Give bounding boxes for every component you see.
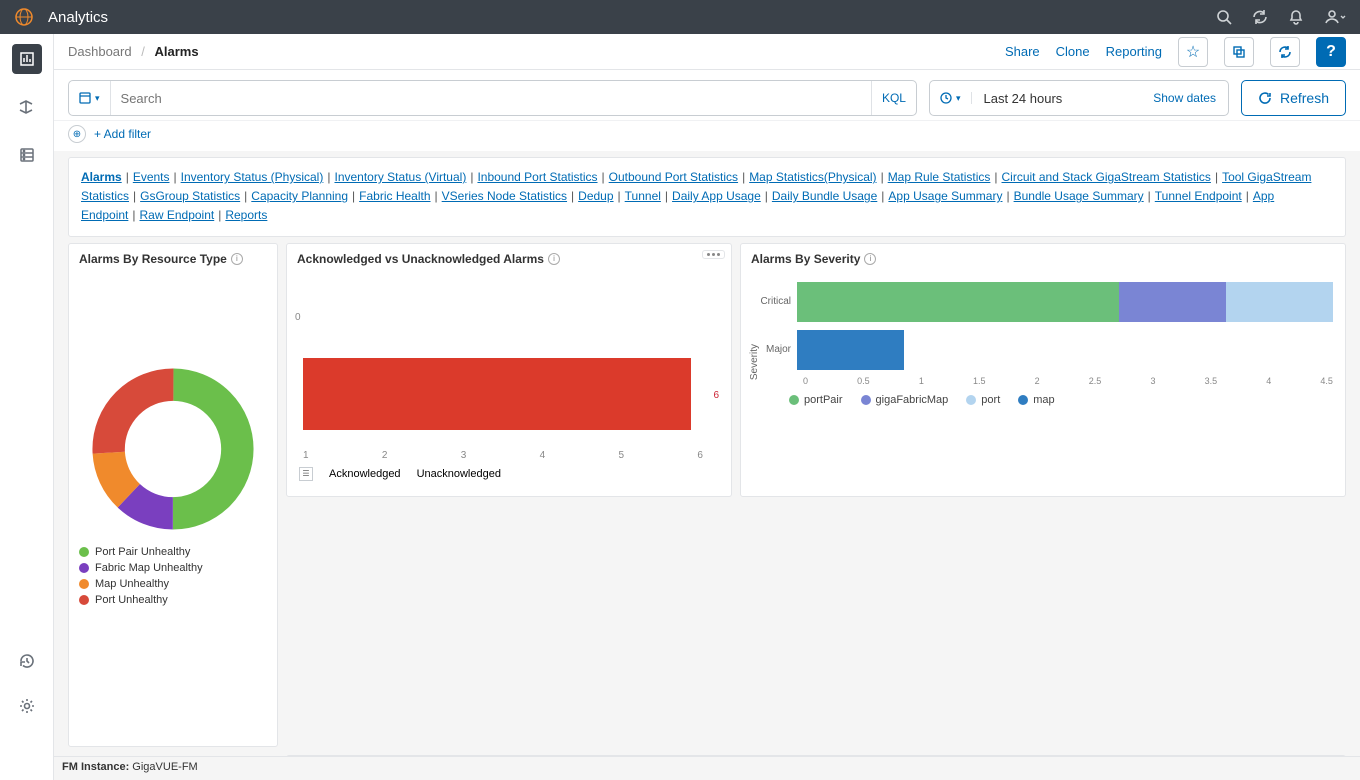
share-link[interactable]: Share [1005,44,1040,59]
donut-legend: Port Pair Unhealthy Fabric Map Unhealthy M… [69,540,277,612]
date-picker[interactable]: ▾ Last 24 hours Show dates [929,80,1229,116]
date-value: Last 24 hours [972,91,1142,106]
panel-alarms-by-resource: Alarms By Resource Type i Port Pair Unhea… [68,243,278,747]
navlink-dedup[interactable]: Dedup [578,189,613,203]
breadcrumb-sep: / [141,44,145,59]
filter-row: ⊕ + Add filter [54,121,1360,151]
sev-legend-item[interactable]: portPair [789,394,843,406]
navlink-daily-bundle-usage[interactable]: Daily Bundle Usage [772,189,877,203]
sev-legend-item[interactable]: map [1018,394,1054,406]
favorite-button[interactable]: ☆ [1178,37,1208,67]
donut-legend-item[interactable]: Port Unhealthy [79,594,267,606]
navlink-inbound-port-statistics[interactable]: Inbound Port Statistics [477,170,597,184]
navlink-map-statistics-physical-[interactable]: Map Statistics(Physical) [749,170,876,184]
search-box[interactable]: ▾ KQL [68,80,917,116]
globe-icon [14,7,34,27]
donut-legend-item[interactable]: Fabric Map Unhealthy [79,562,267,574]
navlink-circuit-and-stack-gigastream-statistics[interactable]: Circuit and Stack GigaStream Statistics [1002,170,1211,184]
clone-link[interactable]: Clone [1056,44,1090,59]
panel-title-ack: Acknowledged vs Unacknowledged Alarms [297,252,544,266]
ack-value-6: 6 [713,390,719,401]
panel-alarms-by-severity: Alarms By Severity i Severity Critical Ma… [740,243,1346,497]
user-menu-icon[interactable] [1324,9,1346,25]
settings-icon[interactable] [18,697,36,720]
navlink-inventory-status-virtual-[interactable]: Inventory Status (Virtual) [334,170,466,184]
breadcrumb: Dashboard / Alarms [68,44,199,59]
filter-icon[interactable]: ⊕ [68,125,86,143]
navlink-tunnel[interactable]: Tunnel [625,189,661,203]
add-filter-link[interactable]: + Add filter [94,127,151,141]
refresh-label: Refresh [1280,90,1329,106]
help-button[interactable]: ? [1316,37,1346,67]
nav-inventory-icon[interactable] [12,140,42,170]
reporting-link[interactable]: Reporting [1106,44,1162,59]
navlink-daily-app-usage[interactable]: Daily App Usage [672,189,761,203]
sev-legend-item[interactable]: port [966,394,1000,406]
copy-button[interactable] [1224,37,1254,67]
panel-title-sev: Alarms By Severity [751,252,860,266]
reload-button[interactable] [1270,37,1300,67]
donut-chart[interactable] [69,354,277,540]
search-row: ▾ KQL ▾ Last 24 hours Show dates Refresh [54,70,1360,121]
sub-header: Dashboard / Alarms Share Clone Reporting… [54,34,1360,70]
info-icon[interactable]: i [548,253,560,265]
donut-legend-item[interactable]: Map Unhealthy [79,578,267,590]
donut-legend-item[interactable]: Port Pair Unhealthy [79,546,267,558]
top-actions [1216,9,1346,25]
navlink-inventory-status-physical-[interactable]: Inventory Status (Physical) [181,170,324,184]
top-bar: Analytics [0,0,1360,34]
saved-query-icon[interactable]: ▾ [69,81,111,115]
sev-legend-item[interactable]: gigaFabricMap [861,394,949,406]
navlink-raw-endpoint[interactable]: Raw Endpoint [140,208,215,222]
footer-label: FM Instance: [62,761,129,773]
sev-legend: portPair gigaFabricMap port map [753,386,1333,412]
sev-cat-critical: Critical [753,296,797,307]
navlink-gsgroup-statistics[interactable]: GsGroup Statistics [140,189,240,203]
navlink-tunnel-endpoint[interactable]: Tunnel Endpoint [1155,189,1242,203]
clock-icon[interactable]: ▾ [930,92,972,104]
navlink-capacity-planning[interactable]: Capacity Planning [251,189,348,203]
navlink-fabric-health[interactable]: Fabric Health [359,189,430,203]
kql-toggle[interactable]: KQL [871,81,916,115]
sev-x-axis: 00.511.522.533.544.5 [753,376,1333,386]
footer: FM Instance: GigaVUE-FM [54,756,1360,780]
navlink-vseries-node-statistics[interactable]: VSeries Node Statistics [442,189,567,203]
navlink-alarms[interactable]: Alarms [81,170,122,184]
footer-value: GigaVUE-FM [132,761,197,773]
ack-chart[interactable]: 0 6 123456 ☰ Acknowledged Unacknowledged [287,274,731,491]
ack-value-0: 0 [295,312,301,323]
search-icon[interactable] [1216,9,1232,25]
panel-ack-vs-unack: Acknowledged vs Unacknowledged Alarms i 0… [286,243,732,497]
navlink-app-usage-summary[interactable]: App Usage Summary [888,189,1002,203]
ack-x-axis: 123456 [297,448,721,461]
navlink-map-rule-statistics[interactable]: Map Rule Statistics [888,170,991,184]
history-icon[interactable] [18,652,36,675]
breadcrumb-parent[interactable]: Dashboard [68,44,132,59]
breadcrumb-current: Alarms [154,44,198,59]
panel-menu-icon[interactable] [702,250,725,259]
navlink-bundle-usage-summary[interactable]: Bundle Usage Summary [1014,189,1144,203]
refresh-icon[interactable] [1252,9,1268,25]
nav-traffic-icon[interactable] [12,92,42,122]
legend-ack[interactable]: Acknowledged [329,468,401,480]
search-input[interactable] [111,91,871,106]
navlink-events[interactable]: Events [133,170,170,184]
left-nav [0,34,54,780]
nav-link-bar: Alarms|Events|Inventory Status (Physical… [68,157,1346,237]
bell-icon[interactable] [1288,9,1304,25]
legend-unack[interactable]: Unacknowledged [417,468,501,480]
sev-ylabel: Severity [749,344,760,380]
navlink-outbound-port-statistics[interactable]: Outbound Port Statistics [609,170,738,184]
legend-toggle-icon[interactable]: ☰ [299,467,313,481]
ack-bar-unack [303,358,691,430]
show-dates-link[interactable]: Show dates [1141,91,1228,105]
panel-title-resource: Alarms By Resource Type [79,252,227,266]
nav-dashboards-icon[interactable] [12,44,42,74]
info-icon[interactable]: i [231,253,243,265]
app-title: Analytics [48,9,108,26]
navlink-reports[interactable]: Reports [225,208,267,222]
refresh-button[interactable]: Refresh [1241,80,1346,116]
info-icon[interactable]: i [864,253,876,265]
severity-chart[interactable]: Severity Critical Major [741,274,1345,412]
